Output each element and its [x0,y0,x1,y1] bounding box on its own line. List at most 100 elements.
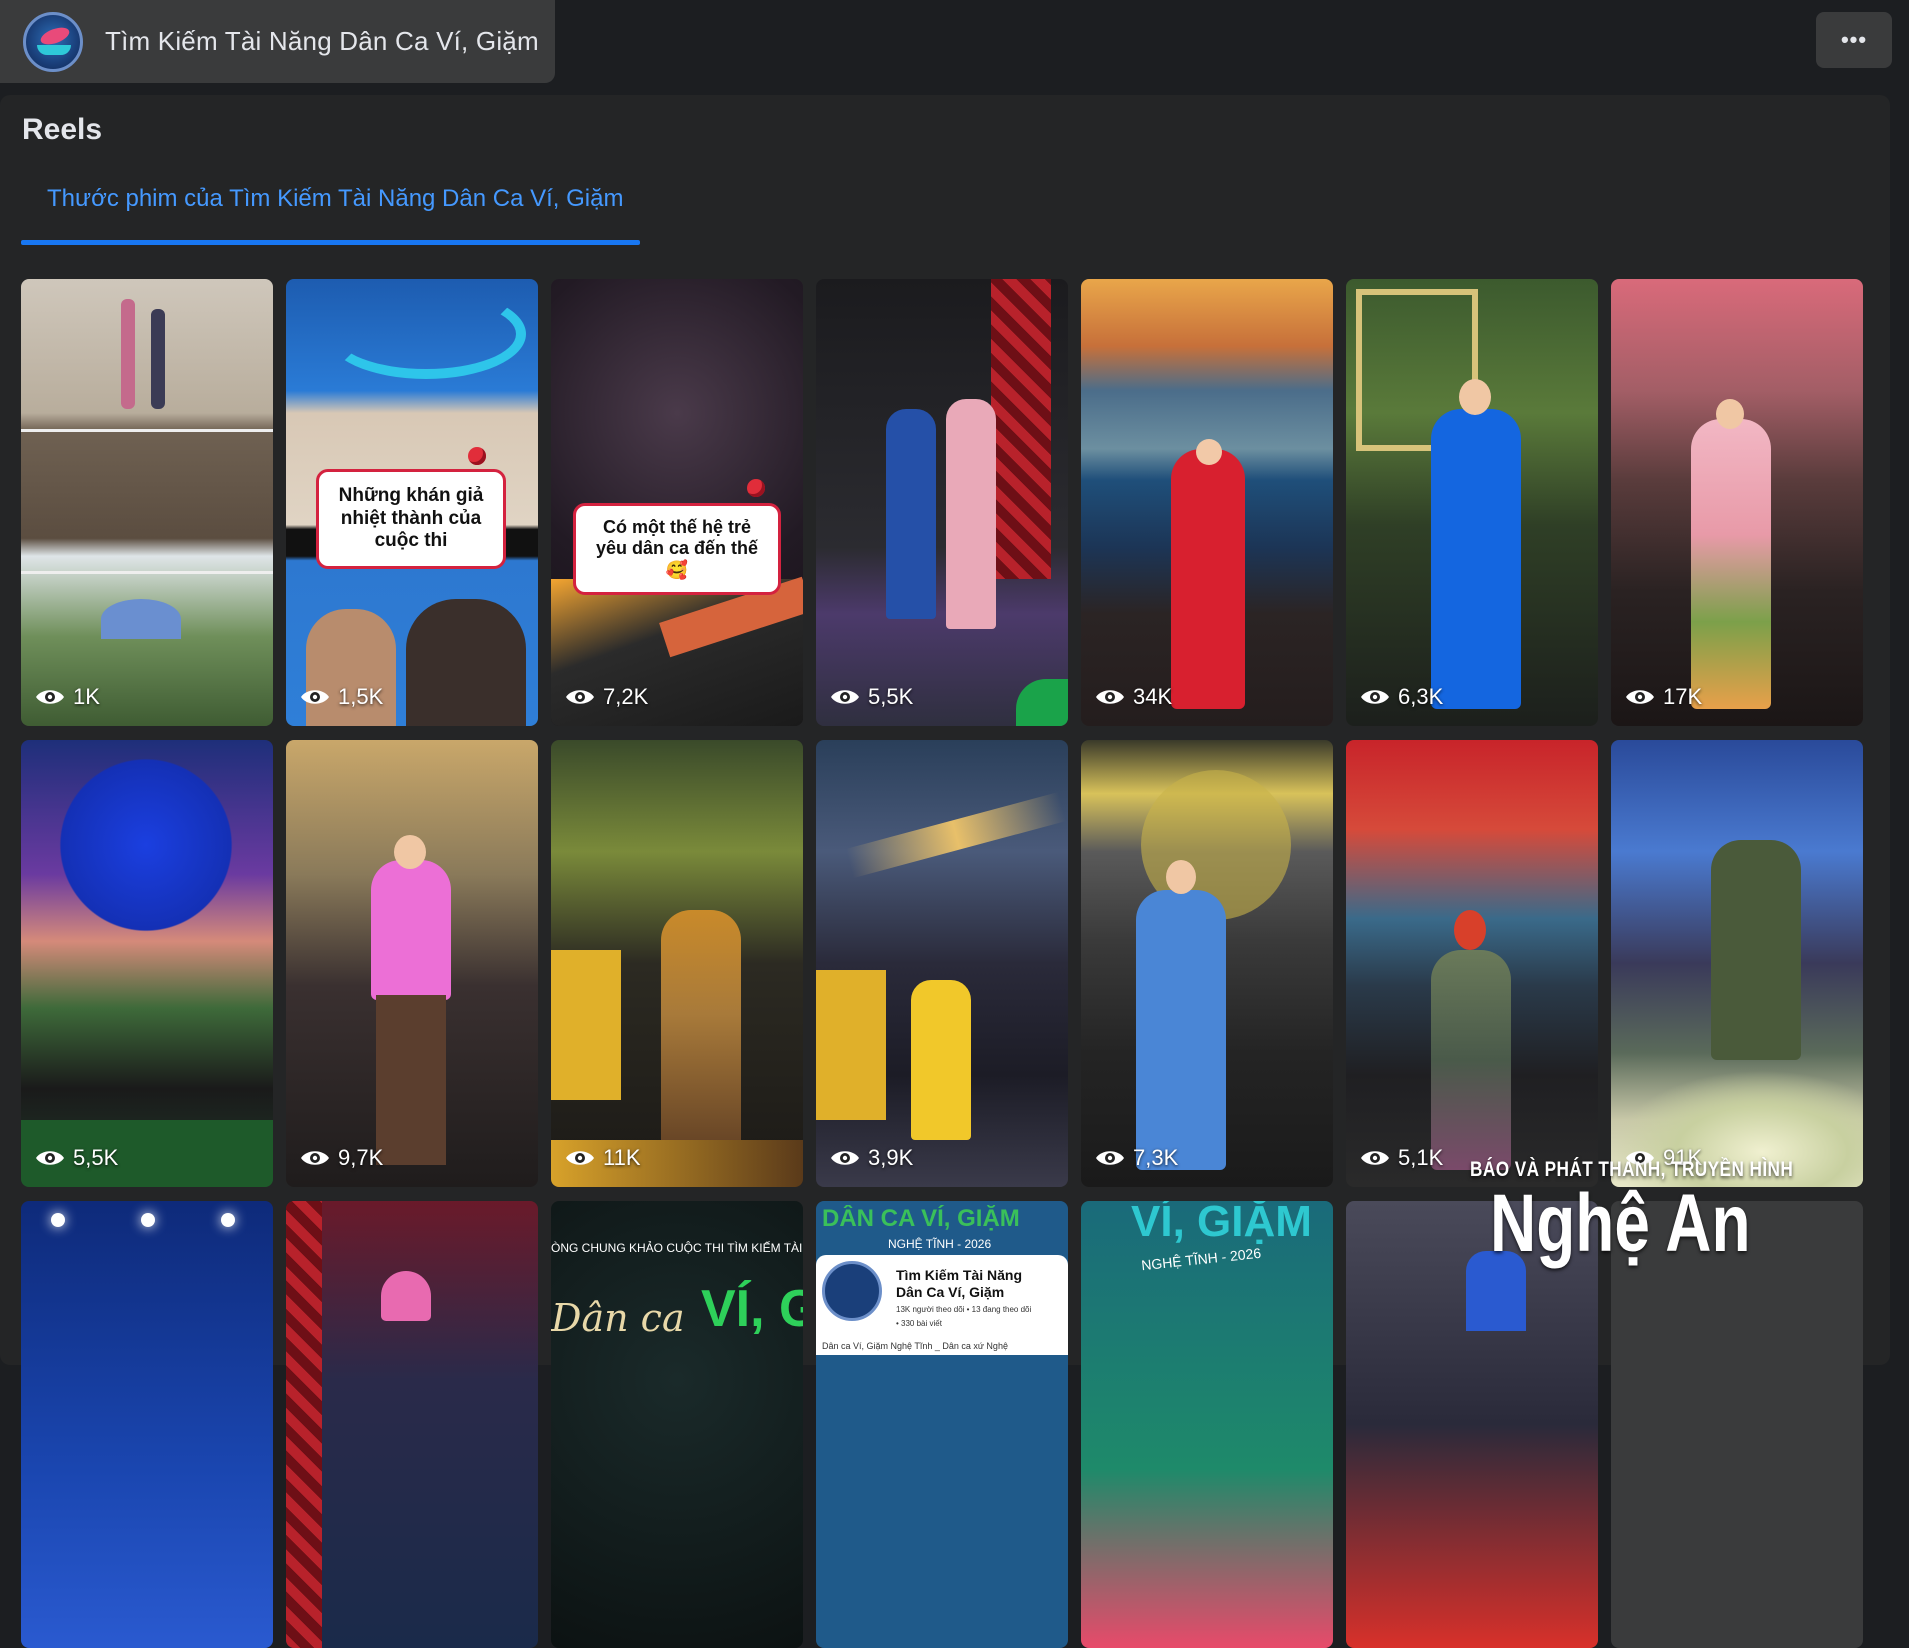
view-count: 7,2K [565,684,648,710]
profile-stats: 13K người theo dõi • 13 đang theo dõi [896,1305,1032,1314]
eye-icon [831,690,859,704]
collage-divider [21,571,273,574]
singer-pants [376,995,446,1165]
reel-caption: Có một thế hệ trẻ yêu dân ca đến thế 🥰 [573,503,781,595]
reel-thumbnail[interactable]: 17K [1611,279,1863,726]
eye-icon [301,690,329,704]
profile-avatar [822,1261,882,1321]
singer-figure [1711,840,1801,1060]
profile-footer: Dân ca Ví, Giặm Nghệ Tĩnh _ Dân ca xứ Ng… [822,1341,1008,1351]
reel-thumbnail[interactable]: Có một thế hệ trẻ yêu dân ca đến thế 🥰 7… [551,279,803,726]
reel-thumbnail[interactable]: 6,3K [1346,279,1598,726]
view-count-text: 11K [603,1145,641,1170]
view-count-text: 9,7K [338,1145,384,1170]
reel-thumbnail[interactable]: 5,5K [816,279,1068,726]
more-options-button[interactable]: ••• [1816,12,1892,68]
figure-shape [121,299,135,409]
view-count-text: 7,2K [603,684,649,709]
profile-banner: DÂN CA VÍ, GIẶM [822,1205,1020,1232]
profile-name: Tìm Kiếm Tài Năng [896,1267,1023,1283]
singer-figure [1431,950,1511,1170]
reel-thumbnail[interactable]: DÂN CA VÍ, GIẶM NGHỆ TĨNH - 2026 Tìm Kiế… [816,1201,1068,1648]
host-figure [886,409,936,619]
stage-light [51,1213,65,1227]
profile-subbanner: NGHỆ TĨNH - 2026 [888,1237,992,1251]
page-avatar[interactable] [23,11,83,72]
singer-head [394,835,426,869]
reel-thumbnail[interactable]: ÒNG CHUNG KHẢO CUỘC THI TÌM KIẾM TÀI Dân… [551,1201,803,1648]
tab-page-reels[interactable]: Thước phim của Tìm Kiếm Tài Năng Dân Ca … [21,185,640,247]
profile-name: Dân Ca Ví, Giặm [896,1284,1005,1300]
singer-headwear [1454,910,1486,950]
stage-pillar [286,1201,322,1648]
eye-icon [1626,690,1654,704]
view-count: 7,3K [1095,1145,1178,1171]
page-header-link[interactable]: Tìm Kiếm Tài Năng Dân Ca Ví, Giặm [0,0,555,83]
watermark-line2: Nghệ An [1490,1178,1751,1269]
eye-icon [36,690,64,704]
light-beam [845,792,1067,878]
leaf-decor [1016,679,1068,726]
tab-label: Thước phim của Tìm Kiếm Tài Năng Dân Ca … [47,185,624,212]
singer-figure [1171,449,1245,709]
person-shape [406,599,526,726]
singer-figure [1431,409,1521,709]
stage-light [221,1213,235,1227]
lotus-flower [381,1271,431,1321]
logo-boat-shape [37,44,71,55]
stage-light [141,1213,155,1227]
overlay-text: NGHỆ TĨNH - 2026 [1140,1244,1262,1274]
reel-thumbnail[interactable]: 7,3K [1081,740,1333,1187]
view-count: 34K [1095,684,1172,710]
eye-icon [566,690,594,704]
view-count: 1,5K [300,684,383,710]
view-count-text: 1,5K [338,684,384,709]
reel-thumbnail[interactable]: Những khán giả nhiệt thành của cuộc thi … [286,279,538,726]
tab-active-indicator [21,240,640,245]
view-count-text: 5,5K [73,1145,119,1170]
reel-thumbnail[interactable]: 34K [1081,279,1333,726]
singer-figure [911,980,971,1140]
singer-figure [1136,890,1226,1170]
eye-icon [1096,690,1124,704]
reel-thumbnail[interactable]: 3,9K [816,740,1068,1187]
section-title: Reels [22,113,103,146]
overlay-text: Dân ca [551,1296,685,1340]
singer-figure [1691,419,1771,709]
top-bar: Tìm Kiếm Tài Năng Dân Ca Ví, Giặm ••• [0,0,1909,88]
musician-figure [816,970,886,1120]
figure-shape [151,309,165,409]
singer-figure [661,910,741,1170]
view-count-text: 1K [73,684,100,709]
view-count: 5,1K [1360,1145,1443,1171]
host-figure [946,399,996,629]
reel-thumbnail[interactable] [286,1201,538,1648]
reel-thumbnail[interactable]: 5,5K [21,740,273,1187]
page-title[interactable]: Tìm Kiếm Tài Năng Dân Ca Ví, Giặm [105,26,539,57]
singer-head [1716,399,1744,429]
more-icon: ••• [1840,27,1868,52]
broadcaster-watermark: BÁO VÀ PHÁT THANH, TRUYỀN HÌNH Nghệ An [1470,1158,1793,1278]
profile-card: Tìm Kiếm Tài Năng Dân Ca Ví, Giặm 13K ng… [816,1255,1068,1355]
pin-icon [747,479,765,497]
view-count-text: 34K [1133,684,1173,709]
view-count: 6,3K [1360,684,1443,710]
view-count: 11K [565,1145,641,1171]
view-count: 1K [35,684,100,710]
eye-icon [301,1151,329,1165]
reel-thumbnail[interactable] [21,1201,273,1648]
reel-caption: Những khán giả nhiệt thành của cuộc thi [316,469,506,569]
reel-thumbnail[interactable]: 1K [21,279,273,726]
singer-head [1459,379,1491,415]
reel-thumbnail[interactable]: 11K [551,740,803,1187]
reel-thumbnail[interactable]: 91K [1611,740,1863,1187]
view-count: 5,5K [35,1145,118,1171]
reel-thumbnail[interactable]: VÍ, GIẶM NGHỆ TĨNH - 2026 [1081,1201,1333,1648]
reel-thumbnail[interactable]: 5,1K [1346,740,1598,1187]
overlay-text: VÍ, GIẶM [1131,1201,1312,1246]
reel-thumbnail[interactable]: 9,7K [286,740,538,1187]
collage-divider [21,429,273,432]
pin-icon [468,447,486,465]
overlay-text: ÒNG CHUNG KHẢO CUỘC THI TÌM KIẾM TÀI [551,1241,803,1255]
view-count: 17K [1625,684,1702,710]
